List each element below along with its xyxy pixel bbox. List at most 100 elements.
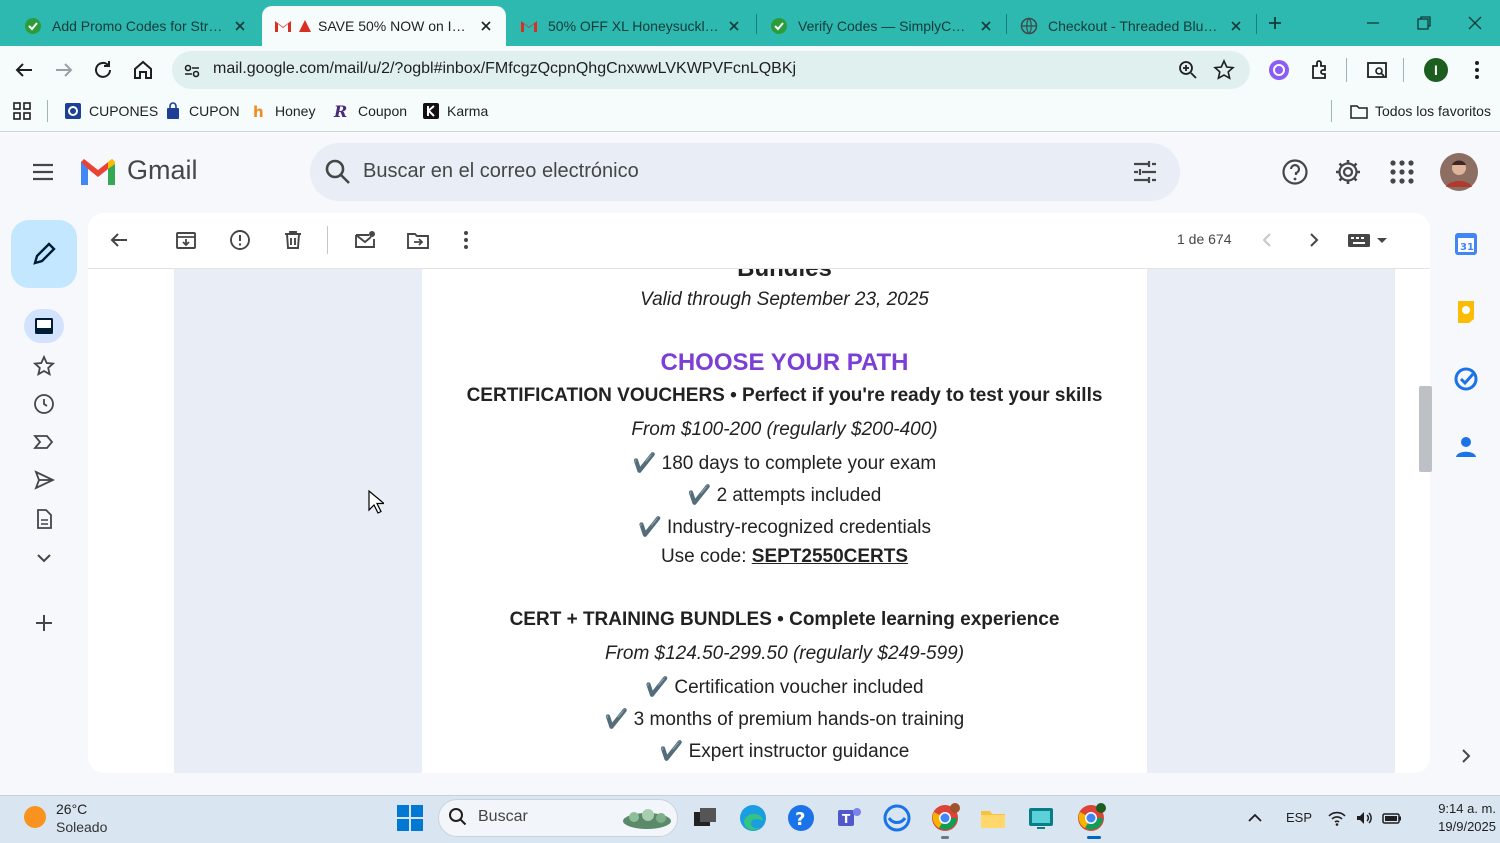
bookmark-honey[interactable]: h Honey	[250, 101, 315, 121]
url-text[interactable]: mail.google.com/mail/u/2/?ogbl#inbox/FMf…	[213, 60, 796, 78]
gmail-icon	[275, 21, 291, 32]
teams-icon[interactable]: T	[834, 803, 864, 833]
volume-icon[interactable]	[1354, 808, 1374, 828]
close-icon[interactable]	[478, 18, 494, 34]
zoom-icon[interactable]	[1178, 60, 1198, 80]
sent-icon[interactable]	[33, 469, 55, 491]
bookmark-cupones[interactable]: CUPONES	[64, 101, 158, 121]
important-label-icon[interactable]	[33, 431, 55, 453]
bookmark-coupon[interactable]: R Coupon	[333, 101, 407, 121]
close-icon[interactable]	[232, 18, 248, 34]
tab-checkout[interactable]: Checkout - Threaded Blue Bo	[1008, 6, 1256, 46]
weather-sun-icon[interactable]	[22, 804, 48, 830]
newer-chevron-left-icon[interactable]	[1255, 228, 1279, 252]
help-taskbar-icon[interactable]: ?	[786, 803, 816, 833]
tab-title: 50% OFF XL Honeysuckle Pe	[548, 18, 720, 34]
email-content: Bundles Valid through September 23, 2025…	[422, 269, 1147, 773]
windows-start-icon[interactable]	[396, 804, 424, 832]
archive-icon[interactable]	[174, 228, 198, 252]
more-vert-icon[interactable]	[1465, 58, 1489, 82]
edge-icon[interactable]	[738, 803, 768, 833]
search-input[interactable]: Buscar en el correo electrónico	[363, 160, 639, 183]
close-icon[interactable]	[1228, 18, 1244, 34]
toolbar-divider	[327, 226, 328, 254]
input-language[interactable]: ESP	[1286, 810, 1312, 825]
search-options-icon[interactable]	[1132, 159, 1158, 185]
tab-promo-codes[interactable]: Add Promo Codes for Strong	[12, 6, 260, 46]
tab-separator	[1256, 14, 1257, 34]
cert-promo-code-link[interactable]: SEPT2550CERTS	[752, 546, 908, 567]
forward-icon[interactable]	[52, 58, 76, 82]
help-icon[interactable]	[1281, 158, 1309, 186]
starred-icon[interactable]	[33, 355, 55, 377]
restore-icon[interactable]	[1415, 14, 1433, 32]
task-view-icon[interactable]	[690, 803, 720, 833]
reload-icon[interactable]	[91, 58, 115, 82]
screen-app-icon[interactable]	[1026, 803, 1056, 833]
minimize-icon[interactable]	[1364, 14, 1382, 32]
home-icon[interactable]	[131, 58, 155, 82]
settings-gear-icon[interactable]	[1334, 158, 1362, 186]
cert-feature: ✔️ 180 days to complete your exam	[632, 453, 937, 474]
apps-grid-icon[interactable]	[12, 101, 32, 121]
chevron-down-icon[interactable]	[33, 547, 55, 569]
side-panel-expand-icon[interactable]	[1456, 746, 1476, 766]
new-tab-icon[interactable]	[1266, 14, 1284, 32]
google-apps-icon[interactable]	[1388, 158, 1416, 186]
chrome-icon[interactable]	[930, 803, 960, 833]
scrollbar-thumb[interactable]	[1419, 386, 1432, 472]
calendar-icon[interactable]: 31	[1453, 231, 1479, 257]
input-tools-keyboard-icon[interactable]	[1346, 229, 1390, 251]
show-hidden-icons-chevron-up-icon[interactable]	[1246, 809, 1264, 827]
move-to-icon[interactable]	[406, 228, 430, 252]
search-icon[interactable]	[324, 158, 352, 186]
tasks-icon[interactable]	[1453, 366, 1479, 392]
gmail-logo-icon[interactable]	[78, 156, 118, 188]
wifi-icon[interactable]	[1327, 808, 1347, 828]
browser-taskbar-icon[interactable]	[882, 803, 912, 833]
tab-honeysuckle[interactable]: 50% OFF XL Honeysuckle Pe	[508, 6, 754, 46]
file-explorer-icon[interactable]	[978, 803, 1008, 833]
tab-search-icon[interactable]	[1365, 58, 1389, 82]
bookmark-star-icon[interactable]	[1213, 59, 1235, 81]
back-icon[interactable]	[12, 58, 36, 82]
profile-avatar[interactable]: I	[1424, 58, 1448, 82]
account-avatar[interactable]	[1440, 153, 1478, 191]
bookmark-label: CUPONES	[89, 103, 159, 119]
bookmark-label: Karma	[447, 103, 489, 119]
tab-simplycodes[interactable]: Verify Codes — SimplyCodes	[758, 6, 1006, 46]
snoozed-clock-icon[interactable]	[33, 393, 55, 415]
back-to-inbox-icon[interactable]	[107, 228, 131, 252]
close-window-icon[interactable]	[1466, 14, 1484, 32]
clock-date[interactable]: 19/9/2025	[1410, 819, 1496, 834]
drafts-icon[interactable]	[33, 508, 55, 530]
close-icon[interactable]	[978, 18, 994, 34]
bookmark-cupon[interactable]: CUPON	[164, 101, 240, 121]
extension-coupon-icon[interactable]	[1267, 58, 1291, 82]
extensions-icon[interactable]	[1308, 58, 1332, 82]
older-chevron-right-icon[interactable]	[1302, 228, 1326, 252]
site-info-icon[interactable]	[182, 61, 202, 81]
chrome-profile-icon[interactable]	[1076, 803, 1106, 833]
battery-icon[interactable]	[1381, 808, 1403, 828]
delete-icon[interactable]	[281, 228, 305, 252]
more-options-icon[interactable]	[454, 228, 478, 252]
report-spam-icon[interactable]	[228, 228, 252, 252]
bundles-heading-partial: Bundles	[422, 269, 1147, 283]
tab-gmail-active[interactable]: SAVE 50% NOW on INE S	[262, 6, 506, 46]
all-bookmarks[interactable]: Todos los favoritos	[1350, 101, 1491, 121]
scrollbar-track[interactable]	[1418, 270, 1432, 770]
svg-text:h: h	[253, 103, 264, 120]
cert-vouchers-heading: CERTIFICATION VOUCHERS • Perfect if you'…	[466, 385, 1103, 406]
main-menu-icon[interactable]	[30, 159, 56, 185]
weather-temperature[interactable]: 26°C	[56, 801, 87, 817]
add-label-icon[interactable]	[33, 612, 55, 634]
bookmark-karma[interactable]: Karma	[422, 101, 488, 121]
keep-icon[interactable]	[1453, 299, 1479, 325]
bookmark-label: Honey	[275, 103, 316, 119]
mark-unread-icon[interactable]	[353, 228, 377, 252]
clock-time[interactable]: 9:14 a. m.	[1410, 801, 1496, 816]
contacts-icon[interactable]	[1453, 434, 1479, 460]
bundle-feature: ✔️ 3 months of premium hands-on training	[604, 709, 965, 730]
close-icon[interactable]	[726, 18, 742, 34]
